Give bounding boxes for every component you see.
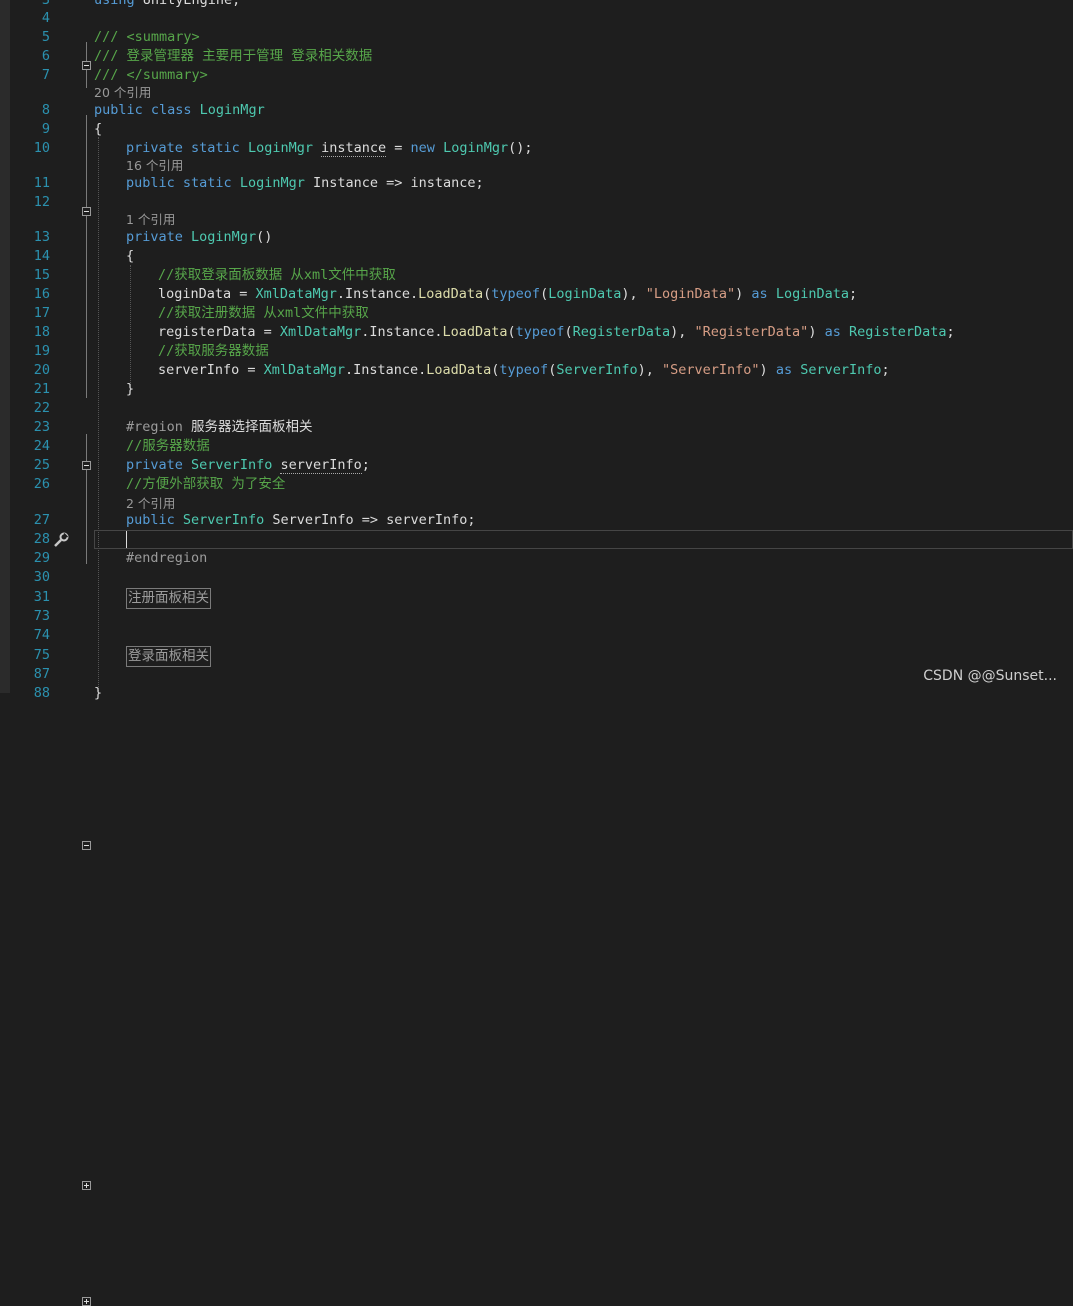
line-number: 10 [33, 140, 50, 156]
code-line[interactable]: 28 [0, 530, 1073, 549]
code-text: public ServerInfo ServerInfo => serverIn… [126, 512, 476, 528]
code-line[interactable]: 23 #region 服务器选择面板相关 [0, 418, 1073, 850]
text-caret [126, 531, 127, 548]
doc-comment: /// 登录管理器 主要用于管理 登录相关数据 [94, 48, 373, 64]
collapse-toggle[interactable] [82, 841, 91, 850]
code-text: private static LoginMgr instance = new L… [126, 140, 533, 157]
line-number: 5 [41, 29, 50, 45]
code-line[interactable]: 25 private ServerInfo serverInfo; [0, 456, 1073, 475]
code-line[interactable]: 11 public static LoginMgr Instance => in… [0, 174, 1073, 193]
line-number: 75 [33, 647, 50, 663]
expand-toggle[interactable] [82, 1181, 91, 1190]
code-text: serverInfo = XmlDataMgr.Instance.LoadDat… [158, 362, 890, 378]
line-number: 74 [33, 627, 50, 643]
code-line[interactable]: 19 //获取服务器数据 [0, 342, 1073, 361]
code-line[interactable]: 6 /// 登录管理器 主要用于管理 登录相关数据 [0, 47, 1073, 66]
code-line[interactable]: 73 [0, 607, 1073, 626]
region-directive: #region 服务器选择面板相关 [126, 419, 313, 435]
collapsed-region[interactable]: 登录面板相关 [126, 646, 211, 667]
codelens-references[interactable]: 16 个引用 [126, 156, 183, 175]
line-number: 15 [33, 267, 50, 283]
code-line[interactable]: 14 { [0, 247, 1073, 266]
line-number: 25 [33, 457, 50, 473]
code-line[interactable]: 87 [0, 665, 1073, 684]
code-line[interactable]: 20 serverInfo = XmlDataMgr.Instance.Load… [0, 361, 1073, 380]
code-line[interactable]: 30 [0, 568, 1073, 587]
code-line[interactable]: 27 public ServerInfo ServerInfo => serve… [0, 511, 1073, 530]
code-text: } [94, 685, 103, 701]
line-number: 8 [41, 102, 50, 118]
code-line[interactable]: 18 registerData = XmlDataMgr.Instance.Lo… [0, 323, 1073, 342]
line-number: 31 [33, 589, 50, 605]
code-text: private LoginMgr() [126, 229, 273, 245]
code-line[interactable]: 24 //服务器数据 [0, 437, 1073, 456]
line-number: 14 [33, 248, 50, 264]
code-line[interactable]: 29 #endregion [0, 549, 1073, 568]
code-editor[interactable]: 3 using UnityEngine; 4 5 /// <summary> 6… [0, 0, 1073, 1306]
line-number: 29 [33, 550, 50, 566]
watermark: CSDN @@Sunset... [923, 668, 1057, 684]
code-text: } [126, 381, 135, 397]
endregion-directive: #endregion [126, 550, 208, 566]
line-number: 28 [33, 531, 50, 547]
expand-toggle[interactable] [82, 1297, 91, 1306]
line-number: 73 [33, 608, 50, 624]
codelens-references[interactable]: 1 个引用 [126, 210, 175, 229]
line-number: 30 [33, 569, 50, 585]
comment: //方便外部获取 为了安全 [126, 476, 286, 492]
code-line[interactable]: 5 /// <summary> [0, 28, 1073, 70]
line-number: 13 [33, 229, 50, 245]
code-line[interactable]: 75 登录面板相关 [0, 646, 1073, 1306]
code-line[interactable]: 74 [0, 626, 1073, 645]
comment: //获取登录面板数据 从xml文件中获取 [158, 267, 396, 283]
code-line[interactable]: 8 public class LoginMgr [0, 101, 1073, 216]
line-number: 7 [41, 67, 50, 83]
line-number: 27 [33, 512, 50, 528]
quick-actions-icon[interactable] [52, 531, 70, 549]
line-number: 16 [33, 286, 50, 302]
line-number: 88 [33, 685, 50, 701]
doc-comment: /// <summary> [94, 29, 200, 45]
code-text: { [126, 248, 135, 264]
code-line[interactable]: 17 //获取注册数据 从xml文件中获取 [0, 304, 1073, 323]
line-number: 11 [33, 175, 50, 191]
code-line[interactable]: 13 private LoginMgr() [0, 228, 1073, 470]
line-number: 19 [33, 343, 50, 359]
line-number: 23 [33, 419, 50, 435]
code-line[interactable]: 4 [0, 9, 1073, 28]
codelens-references[interactable]: 20 个引用 [94, 83, 151, 102]
code-line[interactable]: 15 //获取登录面板数据 从xml文件中获取 [0, 266, 1073, 285]
comment: //获取服务器数据 [158, 343, 269, 359]
line-number: 21 [33, 381, 50, 397]
code-text: public class LoginMgr [94, 102, 265, 118]
comment: //服务器数据 [126, 438, 210, 454]
line-number: 24 [33, 438, 50, 454]
code-line[interactable]: 7 /// </summary> [0, 66, 1073, 85]
line-number: 18 [33, 324, 50, 340]
line-number: 9 [41, 121, 50, 137]
line-number: 26 [33, 476, 50, 492]
line-number: 20 [33, 362, 50, 378]
code-line[interactable]: 26 //方便外部获取 为了安全 [0, 475, 1073, 494]
code-line[interactable]: 22 [0, 399, 1073, 418]
code-text: public static LoginMgr Instance => insta… [126, 175, 484, 191]
line-number: 4 [41, 10, 50, 26]
line-number: 6 [41, 48, 50, 64]
code-text: registerData = XmlDataMgr.Instance.LoadD… [158, 324, 955, 340]
code-line[interactable]: 9 { [0, 120, 1073, 139]
line-number: 17 [33, 305, 50, 321]
line-number: 22 [33, 400, 50, 416]
code-text: loginData = XmlDataMgr.Instance.LoadData… [158, 286, 858, 302]
code-line[interactable]: 16 loginData = XmlDataMgr.Instance.LoadD… [0, 285, 1073, 304]
code-text: private ServerInfo serverInfo; [126, 457, 370, 474]
code-line[interactable]: 31 注册面板相关 [0, 588, 1073, 1190]
line-number: 87 [33, 666, 50, 682]
comment: //获取注册数据 从xml文件中获取 [158, 305, 369, 321]
line-number: 12 [33, 194, 50, 210]
code-text: { [94, 121, 103, 137]
code-line[interactable]: 88 } [0, 684, 1073, 703]
collapsed-region[interactable]: 注册面板相关 [126, 588, 211, 609]
code-line[interactable]: 21 } [0, 380, 1073, 399]
